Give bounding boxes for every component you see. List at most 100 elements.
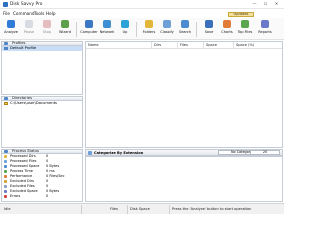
status-row: Errors 0	[2, 194, 86, 199]
count-field[interactable]: 20	[250, 150, 280, 155]
category-label: Categorize By Extension	[94, 151, 144, 155]
maximize-button[interactable]: ☐	[261, 1, 270, 7]
toolbar-separator	[76, 22, 77, 37]
reports-button[interactable]: Reports	[256, 20, 274, 39]
minimize-button[interactable]: —	[250, 1, 259, 7]
folders-label: Folders	[142, 30, 156, 34]
analyze-label: Analyze	[4, 30, 18, 34]
computer-label: Computer	[80, 30, 98, 34]
pause-button[interactable]: Pause	[20, 20, 38, 39]
search-icon	[181, 20, 189, 28]
profile-item[interactable]: Default Profile	[2, 46, 82, 51]
process-status-list: Processed Dirs 0 Processed Files 0 Process…	[1, 154, 83, 202]
status-message: Press the 'Analyze' button to start oper…	[172, 207, 252, 211]
profiles-title: Profiles	[12, 41, 26, 45]
save-icon	[205, 20, 213, 28]
top-files-icon	[241, 20, 249, 28]
menu-help[interactable]: Help	[46, 11, 56, 16]
stop-button[interactable]: Stop	[38, 20, 56, 39]
directory-item[interactable]: C:\Users\user\Documents	[2, 101, 82, 106]
profiles-icon	[4, 42, 8, 45]
pause-label: Pause	[23, 30, 35, 34]
network-label: Network	[99, 30, 115, 34]
classify-icon	[163, 20, 171, 28]
up-arrow-icon	[121, 20, 129, 28]
network-icon	[103, 20, 111, 28]
charts-button[interactable]: Charts	[218, 20, 236, 39]
toolbar-separator	[196, 22, 197, 37]
folder-icon	[4, 102, 8, 105]
profile-label: Default Profile	[10, 46, 37, 50]
wizard-icon	[61, 20, 69, 28]
process-status-panel: Process Status Processed Dirs 0 Processed…	[1, 149, 83, 202]
reports-label: Reports	[258, 30, 272, 34]
folder-icon	[145, 20, 153, 28]
menu-command[interactable]: Command	[13, 11, 35, 16]
results-pane	[85, 41, 283, 148]
wizard-label: Wizard	[59, 30, 71, 34]
top-files-label: Top Files	[237, 30, 253, 34]
status-bar: Idle Files Disk Space Press the 'Analyze…	[0, 203, 284, 214]
analyze-icon	[7, 20, 15, 28]
toolbar: Analyze Pause Stop Wizard Computer Netwo…	[0, 18, 284, 40]
computer-icon	[85, 20, 93, 28]
computer-button[interactable]: Computer	[80, 20, 98, 39]
network-button[interactable]: Network	[98, 20, 116, 39]
stop-label: Stop	[43, 30, 51, 34]
toolbar-separator	[136, 22, 137, 37]
directories-list: C:\Users\user\Documents	[1, 101, 83, 148]
charts-label: Charts	[221, 30, 233, 34]
count-value: 20	[262, 150, 268, 154]
profile-icon	[4, 47, 8, 50]
close-button[interactable]: ✕	[272, 1, 281, 7]
errors-icon	[4, 195, 7, 198]
classify-button[interactable]: Classify	[158, 20, 176, 39]
space-icon	[4, 165, 7, 168]
window-title: Disk Savvy Pro	[10, 2, 43, 7]
category-icon	[88, 151, 92, 155]
up-label: Up	[122, 30, 128, 34]
save-label: Save	[204, 30, 214, 34]
directories-title: Directories	[12, 96, 33, 100]
profiles-list: Default Profile	[1, 46, 83, 95]
files-icon	[4, 160, 7, 163]
excluded-dirs-icon	[4, 180, 7, 183]
menu-file[interactable]: File	[3, 11, 10, 16]
status-state: Idle	[2, 205, 82, 214]
app-icon	[3, 2, 8, 7]
status-value: 0	[46, 194, 49, 198]
report-icon	[261, 20, 269, 28]
pause-icon	[25, 20, 33, 28]
status-space: Disk Space	[128, 205, 170, 214]
chart-icon	[223, 20, 231, 28]
header-divider	[86, 48, 282, 49]
excluded-files-icon	[4, 185, 7, 188]
search-button[interactable]: Search	[176, 20, 194, 39]
menu-tools[interactable]: Tools	[34, 11, 44, 16]
classify-label: Classify	[160, 30, 174, 34]
dirs-icon	[4, 155, 7, 158]
profiles-panel: Profiles Default Profile	[1, 41, 83, 95]
up-button[interactable]: Up	[116, 20, 134, 39]
directories-icon	[4, 97, 8, 100]
folders-button[interactable]: Folders	[140, 20, 158, 39]
directories-panel: Directories C:\Users\user\Documents	[1, 96, 83, 148]
wizard-button[interactable]: Wizard	[56, 20, 74, 39]
category-pane	[85, 156, 283, 202]
clock-icon	[4, 170, 7, 173]
performance-icon	[4, 175, 7, 178]
save-button[interactable]: Save	[200, 20, 218, 39]
updates-button[interactable]: Updates	[228, 12, 254, 17]
directory-label: C:\Users\user\Documents	[10, 101, 57, 105]
excluded-space-icon	[4, 190, 7, 193]
analyze-button[interactable]: Analyze	[2, 20, 20, 39]
process-status-title: Process Status	[12, 149, 39, 153]
search-label: Search	[178, 30, 192, 34]
stop-icon	[43, 20, 51, 28]
status-files: Files	[108, 205, 128, 214]
status-key: Errors	[10, 194, 21, 198]
process-status-icon	[4, 150, 8, 153]
top-files-button[interactable]: Top Files	[236, 20, 254, 39]
title-bar: Disk Savvy Pro — ☐ ✕	[0, 0, 284, 9]
category-bar: Categorize By Extension No Categorize 20	[85, 149, 283, 156]
